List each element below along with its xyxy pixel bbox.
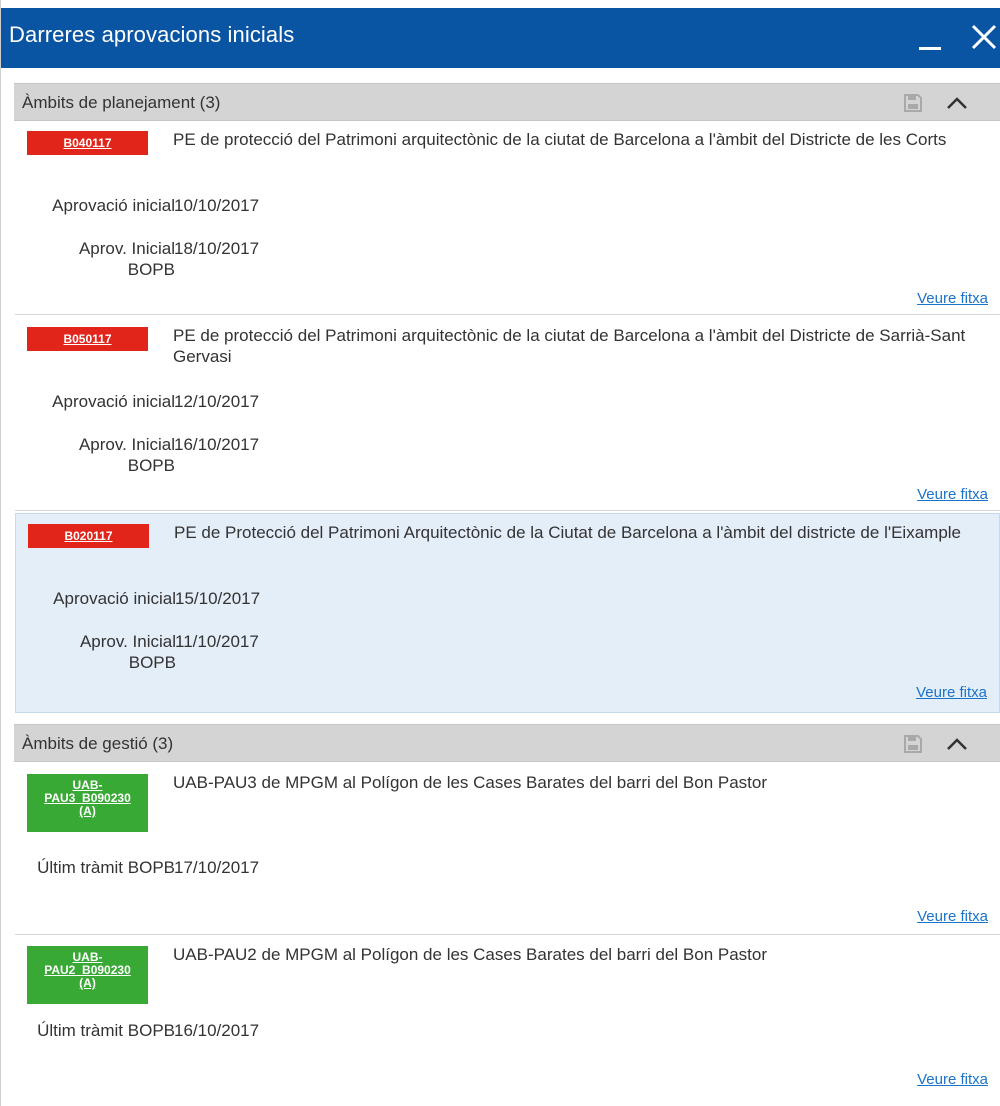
- item-description: UAB-PAU2 de MPGM al Polígon de les Cases…: [173, 945, 768, 964]
- field-value: 12/10/2017: [174, 392, 260, 411]
- field-label: Aprovació inicial: [52, 392, 175, 411]
- veure-fitxa-link[interactable]: Veure fitxa: [917, 908, 988, 925]
- list-item: B040117 PE de protecció del Patrimoni ar…: [15, 121, 1000, 315]
- field-label: Aprov. Inicial BOPB: [79, 632, 176, 672]
- field-value: 15/10/2017: [175, 589, 261, 608]
- close-icon[interactable]: [963, 18, 1000, 58]
- field-label: Aprovació inicial: [52, 196, 175, 215]
- section-header-planejament: Àmbits de planejament (3): [14, 83, 1000, 121]
- field-label: Últim tràmit BOPB: [37, 1021, 175, 1040]
- veure-fitxa-link[interactable]: Veure fitxa: [917, 290, 988, 307]
- code-line: PAU3_B090230: [44, 791, 131, 805]
- dialog-window: Darreres aprovacions inicials Àmbits de …: [0, 0, 1000, 1106]
- field-value: 16/10/2017: [174, 1021, 260, 1040]
- minimize-icon[interactable]: [911, 18, 951, 58]
- field-value: 16/10/2017: [174, 435, 260, 454]
- code-line: PAU2_B090230: [44, 963, 131, 977]
- save-icon[interactable]: [902, 92, 924, 114]
- code-link[interactable]: UAB- PAU3_B090230 (A): [27, 774, 148, 832]
- chevron-up-icon[interactable]: [944, 92, 967, 114]
- field-value: 18/10/2017: [174, 239, 260, 258]
- code-link[interactable]: UAB- PAU2_B090230 (A): [27, 946, 148, 1004]
- list-item: B050117 PE de protecció del Patrimoni ar…: [15, 317, 1000, 511]
- list-item: UAB- PAU3_B090230 (A) UAB-PAU3 de MPGM a…: [15, 764, 1000, 935]
- section-title: Àmbits de planejament (3): [22, 93, 221, 112]
- field-label: Últim tràmit BOPB: [37, 858, 175, 877]
- item-description: PE de protecció del Patrimoni arquitectò…: [173, 130, 947, 149]
- field-label: Aprov. Inicial BOPB: [78, 239, 175, 279]
- veure-fitxa-link[interactable]: Veure fitxa: [917, 486, 988, 503]
- code-link[interactable]: B040117: [27, 131, 148, 155]
- title-bar: Darreres aprovacions inicials: [1, 8, 1000, 68]
- code-link[interactable]: B050117: [27, 327, 148, 351]
- field-label: Aprov. Inicial BOPB: [78, 435, 175, 475]
- item-description: UAB-PAU3 de MPGM al Polígon de les Cases…: [173, 773, 768, 792]
- window-title: Darreres aprovacions inicials: [9, 22, 295, 47]
- save-icon[interactable]: [902, 733, 924, 755]
- code-line: UAB-: [72, 950, 103, 964]
- section-header-gestio: Àmbits de gestió (3): [14, 724, 1000, 762]
- veure-fitxa-link[interactable]: Veure fitxa: [917, 1071, 988, 1088]
- item-description: PE de Protecció del Patrimoni Arquitectò…: [174, 523, 962, 542]
- veure-fitxa-link[interactable]: Veure fitxa: [916, 684, 987, 701]
- field-value: 10/10/2017: [174, 196, 260, 215]
- field-label: Aprovació inicial: [53, 589, 176, 608]
- item-description: PE de protecció del Patrimoni arquitectò…: [173, 326, 966, 366]
- panel-content: Àmbits de planejament (3) B040117 PE de …: [9, 68, 1000, 1106]
- list-item: UAB- PAU2_B090230 (A) UAB-PAU2 de MPGM a…: [15, 936, 1000, 1106]
- code-line: UAB-: [72, 778, 103, 792]
- section-title: Àmbits de gestió (3): [22, 734, 174, 753]
- code-link[interactable]: B020117: [28, 524, 149, 548]
- field-value: 17/10/2017: [174, 858, 260, 877]
- list-item-selected: B020117 PE de Protecció del Patrimoni Ar…: [15, 513, 1000, 713]
- code-line: (A): [79, 976, 96, 990]
- chevron-up-icon[interactable]: [944, 733, 967, 755]
- code-line: (A): [79, 804, 96, 818]
- field-value: 11/10/2017: [175, 632, 259, 651]
